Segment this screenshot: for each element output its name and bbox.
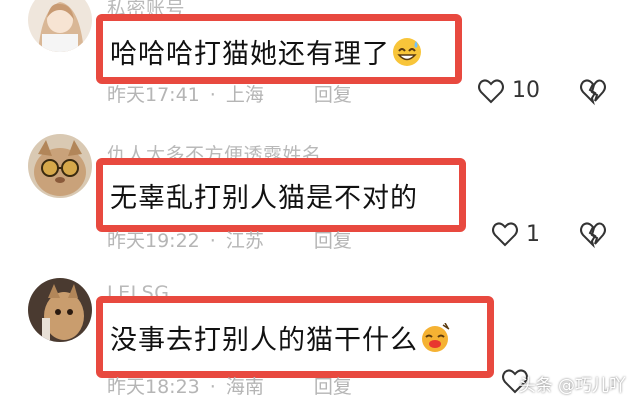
like-count: 1 [526,222,540,247]
reply-button[interactable]: 回复 [314,230,352,252]
comment-text: 哈哈哈打猫她还有理了 [110,32,422,71]
comment-meta: 昨天18:23 · 海南 回复 [107,372,362,399]
like-icon[interactable] [476,76,506,106]
separator: · [209,376,216,398]
avatar[interactable] [28,0,92,52]
comment-text: 无辜乱打别人猫是不对的 [110,183,418,214]
comment-text-content: 哈哈哈打猫她还有理了 [110,39,390,70]
comment-text: 没事去打别人的猫干什么 [110,318,450,357]
separator: · [209,230,216,252]
comment-location: 江苏 [225,230,264,252]
sweat-grin-emoji-icon [393,38,421,66]
separator: · [209,84,216,106]
comment-location: 海南 [225,376,264,398]
comment-time: 昨天19:22 [107,230,200,252]
heart-face-emoji-icon [422,323,450,352]
comment-time: 昨天18:23 [107,376,200,398]
comment-text-content: 没事去打别人的猫干什么 [110,325,418,356]
reply-button[interactable]: 回复 [314,376,352,398]
comment-location: 上海 [225,84,264,106]
like-count: 10 [512,78,540,103]
comment-meta: 昨天19:22 · 江苏 回复 [107,226,362,253]
avatar[interactable] [28,278,92,342]
reply-button[interactable]: 回复 [314,84,352,106]
comment-meta: 昨天17:41 · 上海 回复 [107,80,362,107]
watermark: 头条 @巧儿吖 [518,376,626,396]
avatar[interactable] [28,134,92,198]
like-icon[interactable] [490,219,520,249]
comment-time: 昨天17:41 [107,84,200,106]
broken-heart-icon[interactable] [578,76,608,106]
broken-heart-icon[interactable] [578,219,608,249]
